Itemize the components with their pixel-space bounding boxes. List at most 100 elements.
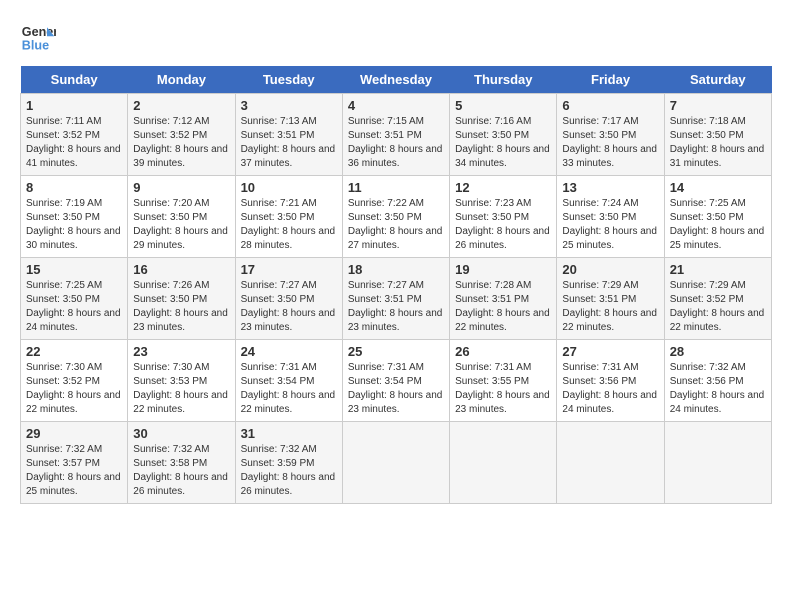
calendar-cell: 15 Sunrise: 7:25 AMSunset: 3:50 PMDaylig… (21, 258, 128, 340)
day-info: Sunrise: 7:23 AMSunset: 3:50 PMDaylight:… (455, 198, 550, 251)
day-info: Sunrise: 7:24 AMSunset: 3:50 PMDaylight:… (562, 198, 657, 251)
day-number: 4 (348, 98, 444, 113)
day-number: 15 (26, 262, 122, 277)
header-thursday: Thursday (450, 66, 557, 94)
calendar-cell: 16 Sunrise: 7:26 AMSunset: 3:50 PMDaylig… (128, 258, 235, 340)
day-info: Sunrise: 7:31 AMSunset: 3:54 PMDaylight:… (241, 362, 336, 415)
calendar-cell: 5 Sunrise: 7:16 AMSunset: 3:50 PMDayligh… (450, 94, 557, 176)
day-info: Sunrise: 7:11 AMSunset: 3:52 PMDaylight:… (26, 116, 121, 169)
calendar-cell: 19 Sunrise: 7:28 AMSunset: 3:51 PMDaylig… (450, 258, 557, 340)
day-info: Sunrise: 7:12 AMSunset: 3:52 PMDaylight:… (133, 116, 228, 169)
day-number: 5 (455, 98, 551, 113)
calendar-cell: 20 Sunrise: 7:29 AMSunset: 3:51 PMDaylig… (557, 258, 664, 340)
calendar-cell: 11 Sunrise: 7:22 AMSunset: 3:50 PMDaylig… (342, 176, 449, 258)
day-number: 28 (670, 344, 766, 359)
day-info: Sunrise: 7:13 AMSunset: 3:51 PMDaylight:… (241, 116, 336, 169)
day-number: 27 (562, 344, 658, 359)
day-info: Sunrise: 7:22 AMSunset: 3:50 PMDaylight:… (348, 198, 443, 251)
calendar-cell: 25 Sunrise: 7:31 AMSunset: 3:54 PMDaylig… (342, 340, 449, 422)
calendar-cell: 24 Sunrise: 7:31 AMSunset: 3:54 PMDaylig… (235, 340, 342, 422)
day-number: 13 (562, 180, 658, 195)
calendar-cell: 1 Sunrise: 7:11 AMSunset: 3:52 PMDayligh… (21, 94, 128, 176)
day-info: Sunrise: 7:19 AMSunset: 3:50 PMDaylight:… (26, 198, 121, 251)
calendar-cell: 7 Sunrise: 7:18 AMSunset: 3:50 PMDayligh… (664, 94, 771, 176)
day-info: Sunrise: 7:31 AMSunset: 3:56 PMDaylight:… (562, 362, 657, 415)
header-friday: Friday (557, 66, 664, 94)
calendar-cell: 18 Sunrise: 7:27 AMSunset: 3:51 PMDaylig… (342, 258, 449, 340)
day-number: 22 (26, 344, 122, 359)
day-number: 1 (26, 98, 122, 113)
calendar-cell: 17 Sunrise: 7:27 AMSunset: 3:50 PMDaylig… (235, 258, 342, 340)
day-number: 26 (455, 344, 551, 359)
calendar-week-5: 29 Sunrise: 7:32 AMSunset: 3:57 PMDaylig… (21, 422, 772, 504)
day-number: 8 (26, 180, 122, 195)
day-number: 30 (133, 426, 229, 441)
header-saturday: Saturday (664, 66, 771, 94)
calendar-cell: 14 Sunrise: 7:25 AMSunset: 3:50 PMDaylig… (664, 176, 771, 258)
day-number: 14 (670, 180, 766, 195)
day-number: 9 (133, 180, 229, 195)
calendar-table: SundayMondayTuesdayWednesdayThursdayFrid… (20, 66, 772, 504)
day-info: Sunrise: 7:32 AMSunset: 3:57 PMDaylight:… (26, 444, 121, 497)
day-number: 11 (348, 180, 444, 195)
calendar-week-3: 15 Sunrise: 7:25 AMSunset: 3:50 PMDaylig… (21, 258, 772, 340)
calendar-cell: 3 Sunrise: 7:13 AMSunset: 3:51 PMDayligh… (235, 94, 342, 176)
day-info: Sunrise: 7:15 AMSunset: 3:51 PMDaylight:… (348, 116, 443, 169)
day-number: 23 (133, 344, 229, 359)
calendar-cell: 31 Sunrise: 7:32 AMSunset: 3:59 PMDaylig… (235, 422, 342, 504)
day-info: Sunrise: 7:27 AMSunset: 3:51 PMDaylight:… (348, 280, 443, 333)
day-info: Sunrise: 7:26 AMSunset: 3:50 PMDaylight:… (133, 280, 228, 333)
day-info: Sunrise: 7:17 AMSunset: 3:50 PMDaylight:… (562, 116, 657, 169)
day-number: 2 (133, 98, 229, 113)
calendar-cell (557, 422, 664, 504)
svg-text:Blue: Blue (22, 39, 49, 53)
calendar-cell: 4 Sunrise: 7:15 AMSunset: 3:51 PMDayligh… (342, 94, 449, 176)
calendar-cell: 10 Sunrise: 7:21 AMSunset: 3:50 PMDaylig… (235, 176, 342, 258)
calendar-cell: 8 Sunrise: 7:19 AMSunset: 3:50 PMDayligh… (21, 176, 128, 258)
day-number: 12 (455, 180, 551, 195)
calendar-cell: 26 Sunrise: 7:31 AMSunset: 3:55 PMDaylig… (450, 340, 557, 422)
header-wednesday: Wednesday (342, 66, 449, 94)
calendar-week-2: 8 Sunrise: 7:19 AMSunset: 3:50 PMDayligh… (21, 176, 772, 258)
day-number: 18 (348, 262, 444, 277)
logo: General Blue (20, 20, 56, 56)
day-info: Sunrise: 7:32 AMSunset: 3:59 PMDaylight:… (241, 444, 336, 497)
day-number: 6 (562, 98, 658, 113)
day-number: 7 (670, 98, 766, 113)
calendar-cell: 27 Sunrise: 7:31 AMSunset: 3:56 PMDaylig… (557, 340, 664, 422)
calendar-week-4: 22 Sunrise: 7:30 AMSunset: 3:52 PMDaylig… (21, 340, 772, 422)
day-number: 31 (241, 426, 337, 441)
day-info: Sunrise: 7:18 AMSunset: 3:50 PMDaylight:… (670, 116, 765, 169)
day-info: Sunrise: 7:31 AMSunset: 3:54 PMDaylight:… (348, 362, 443, 415)
calendar-cell: 22 Sunrise: 7:30 AMSunset: 3:52 PMDaylig… (21, 340, 128, 422)
day-info: Sunrise: 7:30 AMSunset: 3:52 PMDaylight:… (26, 362, 121, 415)
header: General Blue (20, 20, 772, 56)
day-info: Sunrise: 7:27 AMSunset: 3:50 PMDaylight:… (241, 280, 336, 333)
day-number: 29 (26, 426, 122, 441)
day-info: Sunrise: 7:30 AMSunset: 3:53 PMDaylight:… (133, 362, 228, 415)
calendar-cell (450, 422, 557, 504)
calendar-cell: 21 Sunrise: 7:29 AMSunset: 3:52 PMDaylig… (664, 258, 771, 340)
day-number: 19 (455, 262, 551, 277)
day-info: Sunrise: 7:16 AMSunset: 3:50 PMDaylight:… (455, 116, 550, 169)
header-sunday: Sunday (21, 66, 128, 94)
day-number: 17 (241, 262, 337, 277)
day-info: Sunrise: 7:25 AMSunset: 3:50 PMDaylight:… (670, 198, 765, 251)
header-tuesday: Tuesday (235, 66, 342, 94)
calendar-cell (342, 422, 449, 504)
day-info: Sunrise: 7:31 AMSunset: 3:55 PMDaylight:… (455, 362, 550, 415)
calendar-week-1: 1 Sunrise: 7:11 AMSunset: 3:52 PMDayligh… (21, 94, 772, 176)
logo-icon: General Blue (20, 20, 56, 56)
day-number: 24 (241, 344, 337, 359)
day-info: Sunrise: 7:32 AMSunset: 3:58 PMDaylight:… (133, 444, 228, 497)
day-info: Sunrise: 7:21 AMSunset: 3:50 PMDaylight:… (241, 198, 336, 251)
day-info: Sunrise: 7:29 AMSunset: 3:51 PMDaylight:… (562, 280, 657, 333)
day-info: Sunrise: 7:20 AMSunset: 3:50 PMDaylight:… (133, 198, 228, 251)
day-number: 21 (670, 262, 766, 277)
calendar-cell: 6 Sunrise: 7:17 AMSunset: 3:50 PMDayligh… (557, 94, 664, 176)
calendar-cell: 9 Sunrise: 7:20 AMSunset: 3:50 PMDayligh… (128, 176, 235, 258)
day-info: Sunrise: 7:28 AMSunset: 3:51 PMDaylight:… (455, 280, 550, 333)
calendar-cell: 29 Sunrise: 7:32 AMSunset: 3:57 PMDaylig… (21, 422, 128, 504)
day-info: Sunrise: 7:29 AMSunset: 3:52 PMDaylight:… (670, 280, 765, 333)
day-number: 3 (241, 98, 337, 113)
